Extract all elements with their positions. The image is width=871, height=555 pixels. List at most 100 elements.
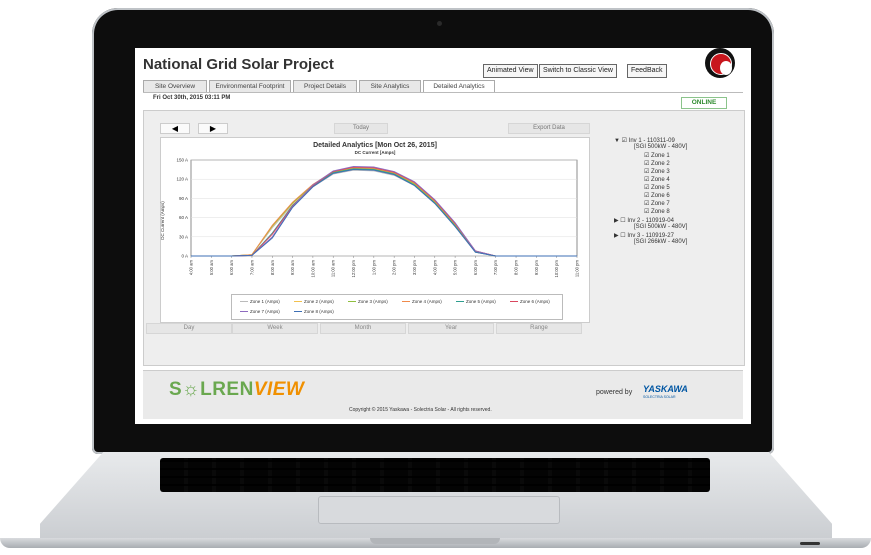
- line-chart: 0 A 30 A 60 A 90 A 120 A 150 A 4:00 am 5:00 am 6…: [176, 158, 580, 278]
- zone-label: Zone 6: [651, 193, 670, 199]
- legend-item-zone-8[interactable]: Zone 8 (Amps): [294, 309, 334, 314]
- legend-label: Zone 6 (Amps): [520, 299, 550, 304]
- prev-button[interactable]: ◀: [160, 123, 190, 134]
- zone-5-checkbox[interactable]: ☑ Zone 5: [644, 184, 670, 191]
- zone-label: Zone 3: [651, 169, 670, 175]
- y-tick-label: 30 A: [179, 234, 188, 239]
- animated-view-button[interactable]: Animated View: [483, 64, 538, 78]
- zone-4-checkbox[interactable]: ☑ Zone 4: [644, 176, 670, 183]
- zone-7-checkbox[interactable]: ☑ Zone 7: [644, 200, 670, 207]
- feedback-button[interactable]: FeedBack: [627, 64, 667, 78]
- brand-view: VIEW: [253, 379, 305, 400]
- y-tick-label: 0 A: [181, 254, 188, 259]
- powered-by-text: powered by: [596, 389, 633, 396]
- zone-label: Zone 1: [651, 153, 670, 159]
- legend-item-zone-4[interactable]: Zone 4 (Amps): [402, 299, 442, 304]
- chart-legend: Zone 1 (Amps) Zone 2 (Amps) Zone 3 (Amps) Z…: [231, 294, 563, 320]
- x-tick-label: 11:00 am: [331, 259, 336, 277]
- x-tick-label: 6:00 pm: [473, 259, 478, 275]
- yaskawa-subtext: SOLECTRIA SOLAR: [643, 395, 676, 399]
- zone-label: Zone 7: [651, 201, 670, 207]
- x-tick-label: 5:00 pm: [453, 259, 458, 275]
- legend-swatch: [294, 311, 302, 313]
- y-tick-label: 150 A: [176, 158, 188, 163]
- analytics-panel: ◀ ▶ Today Export Data Detailed Analytics…: [143, 110, 745, 366]
- legend-item-zone-5[interactable]: Zone 5 (Amps): [456, 299, 496, 304]
- zone-label: Zone 2: [651, 161, 670, 167]
- x-tick-label: 6:00 am: [229, 259, 234, 275]
- legend-item-zone-1[interactable]: Zone 1 (Amps): [240, 299, 280, 304]
- lid-opening-notch: [370, 538, 500, 544]
- next-button[interactable]: ▶: [198, 123, 228, 134]
- x-tick-label: 11:00 pm: [575, 259, 580, 277]
- zone-8-checkbox[interactable]: ☑ Zone 8: [644, 208, 670, 215]
- zone-3-checkbox[interactable]: ☑ Zone 3: [644, 168, 670, 175]
- x-tick-label: 2:00 pm: [392, 259, 397, 275]
- legend-item-zone-3[interactable]: Zone 3 (Amps): [348, 299, 388, 304]
- zone-label: Zone 5: [651, 185, 670, 191]
- webcam: [437, 21, 442, 26]
- inverter-1-toggle[interactable]: ▼ ☑ Inv 1 - 110311-09: [614, 137, 675, 144]
- legend-label: Zone 1 (Amps): [250, 299, 280, 304]
- x-tick-label: 12:00 pm: [351, 259, 356, 277]
- legend-label: Zone 8 (Amps): [304, 309, 334, 314]
- x-tick-label: 4:00 am: [189, 259, 194, 275]
- screen: National Grid Solar Project Animated Vie…: [135, 48, 751, 424]
- tab-bar: Site Overview Environmental Footprint Pr…: [143, 80, 743, 93]
- export-data-button[interactable]: Export Data: [508, 123, 590, 134]
- x-tick-label: 10:00 pm: [554, 259, 559, 277]
- y-tick-label: 90 A: [179, 196, 188, 201]
- zone-2-checkbox[interactable]: ☑ Zone 2: [644, 160, 670, 167]
- solrenview-logo: S☼LRENVIEW: [169, 379, 304, 401]
- page-title: National Grid Solar Project: [143, 56, 334, 73]
- legend-swatch: [510, 301, 518, 303]
- x-tick-label: 8:00 pm: [514, 259, 519, 275]
- status-badge: ONLINE: [681, 97, 727, 109]
- range-custom-button[interactable]: Range: [496, 323, 582, 334]
- inverter-2-spec: [SGI 500kW - 480V]: [634, 224, 688, 230]
- today-button[interactable]: Today: [334, 123, 388, 134]
- header: National Grid Solar Project Animated Vie…: [135, 48, 751, 82]
- status-row: Fri Oct 30th, 2015 03:11 PM ONLINE: [143, 92, 743, 109]
- x-tick-label: 7:00 pm: [493, 259, 498, 275]
- x-tick-label: 10:00 am: [310, 259, 315, 277]
- legend-item-zone-2[interactable]: Zone 2 (Amps): [294, 299, 334, 304]
- zone-6-checkbox[interactable]: ☑ Zone 6: [644, 192, 670, 199]
- legend-swatch: [348, 301, 356, 303]
- range-year-button[interactable]: Year: [408, 323, 494, 334]
- chart-container: Detailed Analytics [Mon Oct 26, 2015] DC…: [160, 137, 590, 323]
- legend-swatch: [294, 301, 302, 303]
- legend-swatch: [240, 311, 248, 313]
- x-tick-label: 1:00 pm: [371, 259, 376, 275]
- zone-label: Zone 8: [651, 209, 670, 215]
- legend-swatch: [240, 301, 248, 303]
- national-grid-logo: [705, 48, 735, 78]
- inverter-3-toggle[interactable]: ▶ ☐ Inv 3 - 110919-27: [614, 232, 674, 239]
- trackpad: [318, 496, 560, 524]
- copyright-text: Copyright © 2015 Yaskawa - Solectria Sol…: [349, 407, 492, 413]
- inverter-2-toggle[interactable]: ▶ ☐ Inv 2 - 110919-04: [614, 217, 674, 224]
- inverter-1-spec: [SGI 500kW - 480V]: [634, 144, 688, 150]
- legend-item-zone-6[interactable]: Zone 6 (Amps): [510, 299, 550, 304]
- legend-label: Zone 2 (Amps): [304, 299, 334, 304]
- zone-label: Zone 4: [651, 177, 670, 183]
- range-month-button[interactable]: Month: [320, 323, 406, 334]
- laptop-foot: [800, 542, 820, 545]
- legend-label: Zone 3 (Amps): [358, 299, 388, 304]
- y-tick-label: 120 A: [176, 177, 188, 182]
- range-week-button[interactable]: Week: [232, 323, 318, 334]
- legend-label: Zone 7 (Amps): [250, 309, 280, 314]
- legend-item-zone-7[interactable]: Zone 7 (Amps): [240, 309, 280, 314]
- classic-view-button[interactable]: Switch to Classic View: [539, 64, 617, 78]
- current-datetime: Fri Oct 30th, 2015 03:11 PM: [153, 95, 231, 101]
- yaskawa-logo: YASKAWA: [643, 384, 688, 394]
- laptop-base: [0, 452, 871, 555]
- zone-1-checkbox[interactable]: ☑ Zone 1: [644, 152, 670, 159]
- footer: S☼LRENVIEW Copyright © 2015 Yaskawa - So…: [143, 370, 743, 419]
- x-tick-label: 9:00 pm: [534, 259, 539, 275]
- x-tick-label: 5:00 am: [209, 259, 214, 275]
- x-tick-label: 7:00 am: [249, 259, 254, 275]
- legend-label: Zone 5 (Amps): [466, 299, 496, 304]
- range-day-button[interactable]: Day: [146, 323, 232, 334]
- plot-area: [190, 159, 578, 257]
